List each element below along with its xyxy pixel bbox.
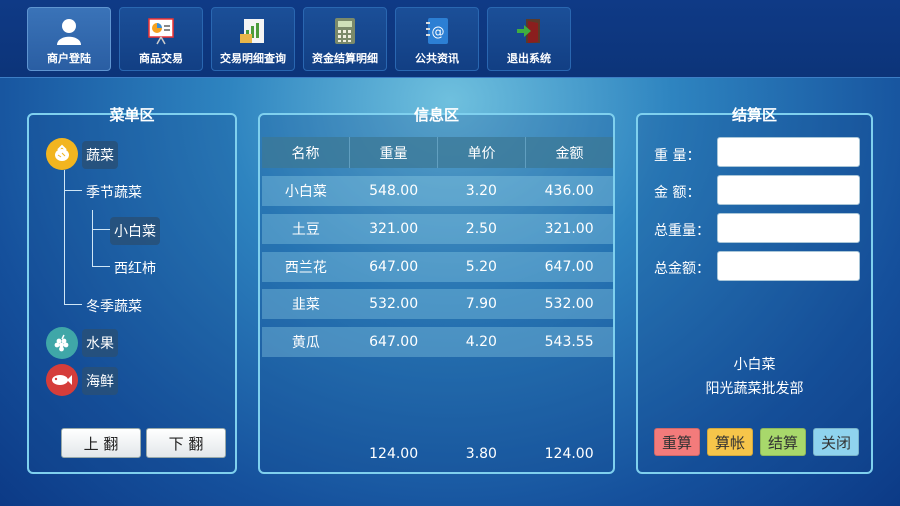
page-down-button[interactable]: 下 翻 [146, 428, 226, 458]
column-header-weight: 重量 [350, 137, 438, 168]
vendor-name: 阳光蔬菜批发部 [705, 381, 804, 397]
vegetable-icon [46, 138, 78, 170]
exit-system-button[interactable]: 退出系统 [487, 7, 571, 71]
cell-amount: 321.00 [544, 221, 594, 237]
cell-unit-price: 7.90 [465, 296, 497, 312]
column-header-unit-price: 单价 [438, 137, 526, 168]
merchant-login-button[interactable]: 商户登陆 [27, 7, 111, 71]
toolbar-label: 资金结算明细 [312, 52, 378, 65]
total-weight-label: 总重量： [654, 223, 710, 239]
cell-name: 小白菜 [284, 184, 327, 200]
calculator-icon [330, 16, 360, 46]
table-totals-row: 124.00 3.80 124.00 [262, 442, 613, 466]
table-header: 名称 重量 单价 金额 [262, 137, 613, 168]
table-row[interactable]: 土豆 321.00 2.50 321.00 [262, 214, 613, 244]
amount-field[interactable] [717, 175, 860, 205]
cell-unit-price: 5.20 [465, 259, 497, 275]
toolbar-label: 公共资讯 [415, 52, 459, 65]
menu-item-seasonal-vegetables[interactable]: 季节蔬菜 [82, 178, 146, 206]
menu-category-seafood[interactable]: 海鲜 [82, 367, 118, 395]
menu-item-bok-choy[interactable]: 小白菜 [110, 217, 160, 245]
settlement-panel-title: 结算区 [731, 106, 778, 124]
settlement-panel: 结算区 重 量： 金 额： 总重量： 总金额： 小白菜 阳光蔬菜批发部 重算 算… [636, 106, 873, 474]
cell-weight: 548.00 [369, 183, 419, 199]
cell-unit-price: 4.20 [465, 334, 497, 350]
user-icon [54, 16, 84, 46]
weight-label: 重 量： [654, 148, 701, 164]
menu-panel-title: 菜单区 [109, 106, 155, 124]
total-name [262, 442, 350, 466]
column-header-name: 名称 [262, 137, 350, 168]
total-unit-price: 3.80 [465, 446, 497, 462]
svg-text:@: @ [432, 25, 445, 40]
page-up-button[interactable]: 上 翻 [61, 428, 141, 458]
cell-weight: 647.00 [369, 259, 419, 275]
trade-detail-query-button[interactable]: 交易明细查询 [211, 7, 295, 71]
public-news-button[interactable]: @ 公共资讯 [395, 7, 479, 71]
recalculate-button[interactable]: 重算 [654, 428, 700, 456]
cell-name: 土豆 [291, 222, 320, 238]
grape-icon [46, 327, 78, 359]
goods-trade-button[interactable]: 商品交易 [119, 7, 203, 71]
toolbar-label: 交易明细查询 [220, 52, 286, 65]
presentation-icon [146, 16, 176, 46]
cell-unit-price: 2.50 [465, 221, 497, 237]
tree-connector [92, 266, 110, 267]
cell-amount: 647.00 [544, 259, 594, 275]
table-row[interactable]: 韭菜 532.00 7.90 532.00 [262, 289, 613, 319]
compute-bill-button[interactable]: 算帐 [707, 428, 753, 456]
menu-panel: 菜单区 蔬菜 季节蔬菜 小白菜 西红柿 冬季蔬菜 水果 海鲜 上 翻 下 翻 [27, 106, 237, 474]
total-weight-field[interactable] [717, 213, 860, 243]
report-icon [238, 16, 268, 46]
top-toolbar: 商户登陆 商品交易 交易明细查询 资金结算明细 @ 公共资讯 退出系统 [0, 0, 900, 78]
fund-settlement-detail-button[interactable]: 资金结算明细 [303, 7, 387, 71]
settle-button[interactable]: 结算 [760, 428, 806, 456]
tree-connector [92, 229, 110, 230]
total-amount-field[interactable] [717, 251, 860, 281]
cell-weight: 647.00 [369, 334, 419, 350]
table-row[interactable]: 小白菜 548.00 3.20 436.00 [262, 176, 613, 206]
cell-name: 黄瓜 [291, 335, 320, 351]
table-row[interactable]: 西兰花 647.00 5.20 647.00 [262, 252, 613, 282]
info-panel: 信息区 名称 重量 单价 金额 小白菜 548.00 3.20 436.00 土… [258, 106, 615, 474]
total-weight: 124.00 [369, 446, 419, 462]
table-row[interactable]: 黄瓜 647.00 4.20 543.55 [262, 327, 613, 357]
exit-icon [514, 16, 544, 46]
cell-name: 西兰花 [284, 260, 327, 276]
cell-unit-price: 3.20 [465, 183, 497, 199]
total-amount: 124.00 [544, 446, 594, 462]
menu-category-vegetables[interactable]: 蔬菜 [82, 141, 118, 169]
tree-connector [64, 304, 82, 305]
total-amount-label: 总金额： [654, 261, 710, 277]
toolbar-label: 退出系统 [507, 52, 551, 65]
cell-amount: 436.00 [544, 183, 594, 199]
amount-label: 金 额： [654, 185, 701, 201]
cell-amount: 532.00 [544, 296, 594, 312]
tree-connector [92, 210, 93, 267]
menu-item-winter-vegetables[interactable]: 冬季蔬菜 [82, 292, 146, 320]
cell-name: 韭菜 [291, 297, 320, 313]
info-panel-title: 信息区 [413, 106, 460, 124]
menu-item-tomato[interactable]: 西红柿 [110, 254, 160, 282]
selected-product-name: 小白菜 [733, 357, 776, 373]
fish-icon [46, 364, 78, 396]
weight-field[interactable] [717, 137, 860, 167]
address-book-icon: @ [422, 16, 452, 46]
cell-weight: 532.00 [369, 296, 419, 312]
toolbar-label: 商户登陆 [47, 52, 91, 65]
toolbar-label: 商品交易 [139, 52, 183, 65]
cell-amount: 543.55 [544, 334, 594, 350]
menu-category-fruit[interactable]: 水果 [82, 329, 118, 357]
close-button[interactable]: 关闭 [813, 428, 859, 456]
column-header-amount: 金额 [555, 145, 584, 162]
tree-connector [64, 190, 82, 191]
cell-weight: 321.00 [369, 221, 419, 237]
